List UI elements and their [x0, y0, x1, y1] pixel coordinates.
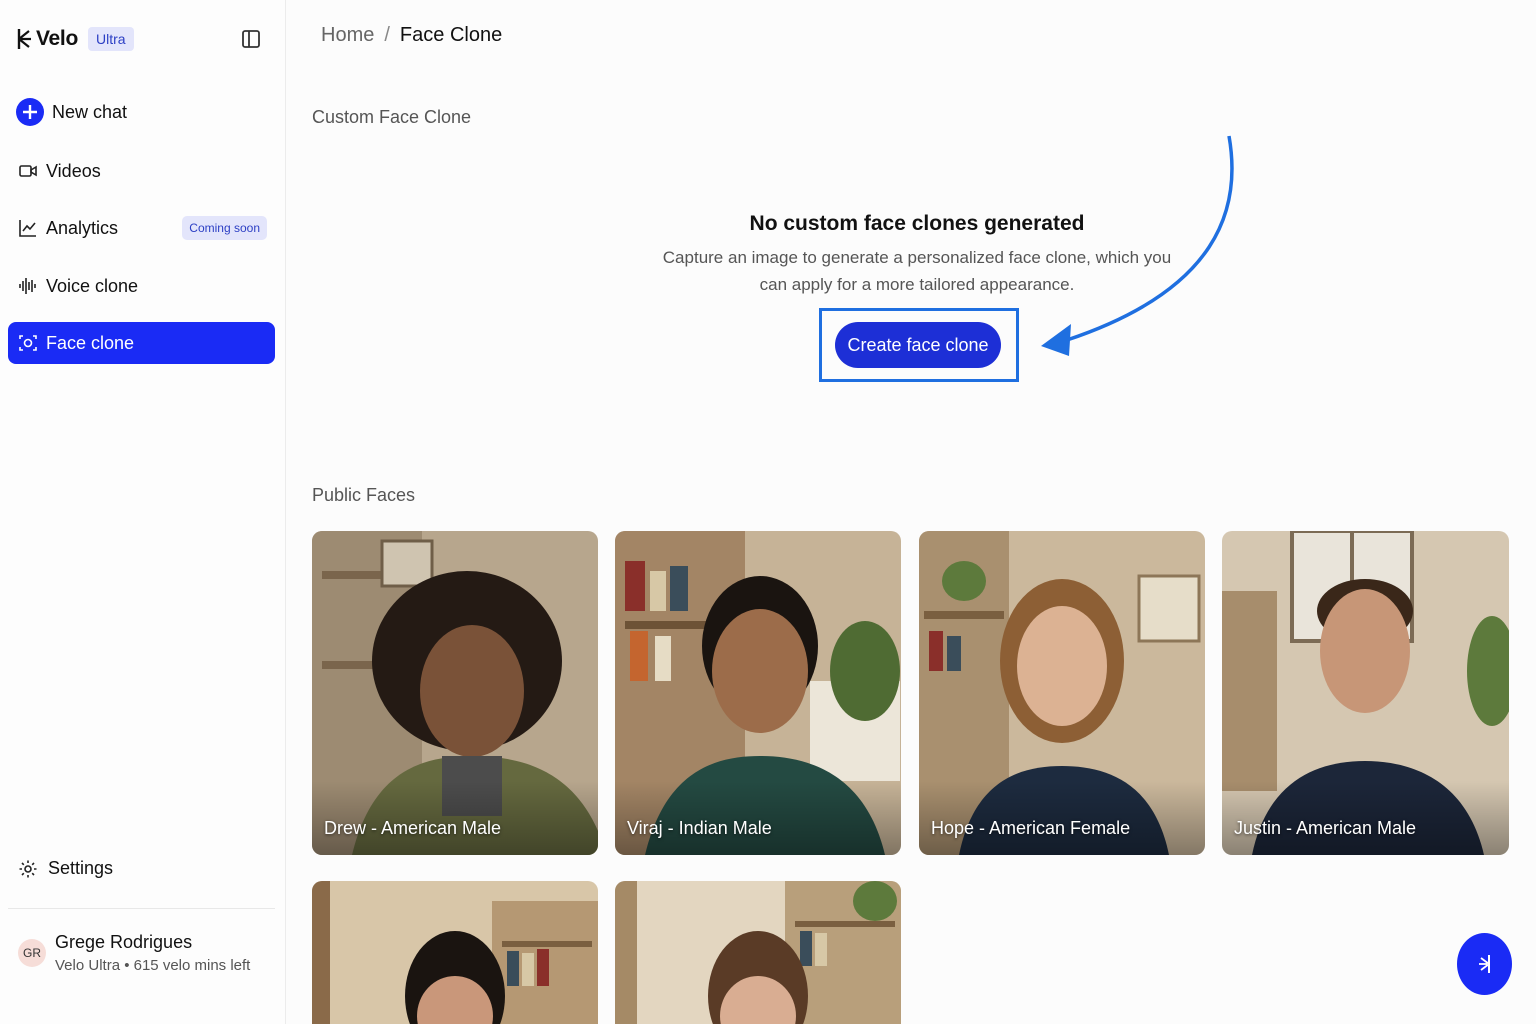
- create-face-clone-button[interactable]: Create face clone: [835, 322, 1001, 368]
- assistant-fab-button[interactable]: [1457, 933, 1512, 995]
- pointer-arrow-icon: [1041, 135, 1234, 356]
- breadcrumb-current: Face Clone: [399, 24, 503, 46]
- brand[interactable]: Velo Ultra: [16, 26, 134, 52]
- main-content: Home / Face Clone Custom Face Clone No c…: [287, 0, 1536, 1024]
- settings-button[interactable]: Settings: [18, 858, 113, 879]
- portrait-image: [615, 531, 901, 855]
- portrait-image: [312, 881, 598, 1024]
- face-card-label: Viraj - Indian Male: [627, 818, 772, 838]
- face-card-justin[interactable]: Justin - American Male: [1222, 531, 1509, 855]
- sidebar: Velo Ultra New chat Videos Analytics Com…: [0, 0, 286, 1024]
- face-card-6[interactable]: [615, 881, 901, 1024]
- avatar: GR: [18, 939, 46, 967]
- divider: [8, 908, 275, 909]
- face-scan-icon: [19, 335, 37, 351]
- waveform-icon: [19, 278, 36, 294]
- breadcrumb: Home / Face Clone: [321, 24, 502, 47]
- coming-soon-badge: Coming soon: [182, 216, 267, 240]
- portrait-image: [312, 531, 598, 855]
- user-name: Grege Rodrigues: [55, 932, 193, 952]
- breadcrumb-home[interactable]: Home: [321, 24, 374, 47]
- sidebar-item-new-chat[interactable]: New chat: [8, 91, 275, 133]
- sidebar-item-label: Voice clone: [46, 275, 139, 296]
- brand-name: Velo: [36, 27, 78, 50]
- face-card-5[interactable]: [312, 881, 598, 1024]
- sidebar-item-label: Videos: [46, 160, 101, 181]
- velo-logo-icon: [1478, 955, 1490, 973]
- sidebar-item-voice-clone[interactable]: Voice clone: [8, 265, 275, 307]
- video-icon: [19, 165, 37, 177]
- sidebar-item-label: Analytics: [46, 217, 119, 238]
- face-card-label: Justin - American Male: [1234, 818, 1417, 838]
- sidebar-item-face-clone[interactable]: Face clone: [8, 322, 275, 364]
- gear-icon: [19, 860, 37, 877]
- face-card-hope[interactable]: Hope - American Female: [919, 531, 1205, 855]
- public-faces-heading: Public Faces: [312, 485, 416, 505]
- plus-circle-icon: [16, 98, 44, 126]
- face-card-drew[interactable]: Drew - American Male: [312, 531, 598, 855]
- chart-line-icon: [19, 220, 36, 237]
- user-plan-meta: Velo Ultra • 615 velo mins left: [55, 957, 251, 974]
- portrait-image: [919, 531, 1205, 855]
- face-card-label: Drew - American Male: [324, 818, 502, 838]
- face-card-label: Hope - American Female: [931, 818, 1131, 838]
- portrait-image: [1222, 531, 1509, 855]
- sidebar-item-videos[interactable]: Videos: [8, 150, 275, 192]
- plan-badge: Ultra: [88, 27, 134, 51]
- custom-face-clone-heading: Custom Face Clone: [312, 107, 472, 127]
- face-card-viraj[interactable]: Viraj - Indian Male: [615, 531, 901, 855]
- portrait-image: [615, 881, 901, 1024]
- sidebar-toggle-icon[interactable]: [240, 28, 262, 50]
- sidebar-item-label: Face clone: [46, 332, 135, 353]
- user-profile[interactable]: GR Grege Rodrigues Velo Ultra • 615 velo…: [18, 932, 250, 974]
- settings-label: Settings: [48, 858, 114, 878]
- breadcrumb-separator: /: [384, 24, 390, 46]
- sidebar-item-analytics[interactable]: Analytics Coming soon: [8, 207, 275, 249]
- velo-logo-icon: [17, 29, 31, 49]
- sidebar-item-label: New chat: [52, 101, 128, 122]
